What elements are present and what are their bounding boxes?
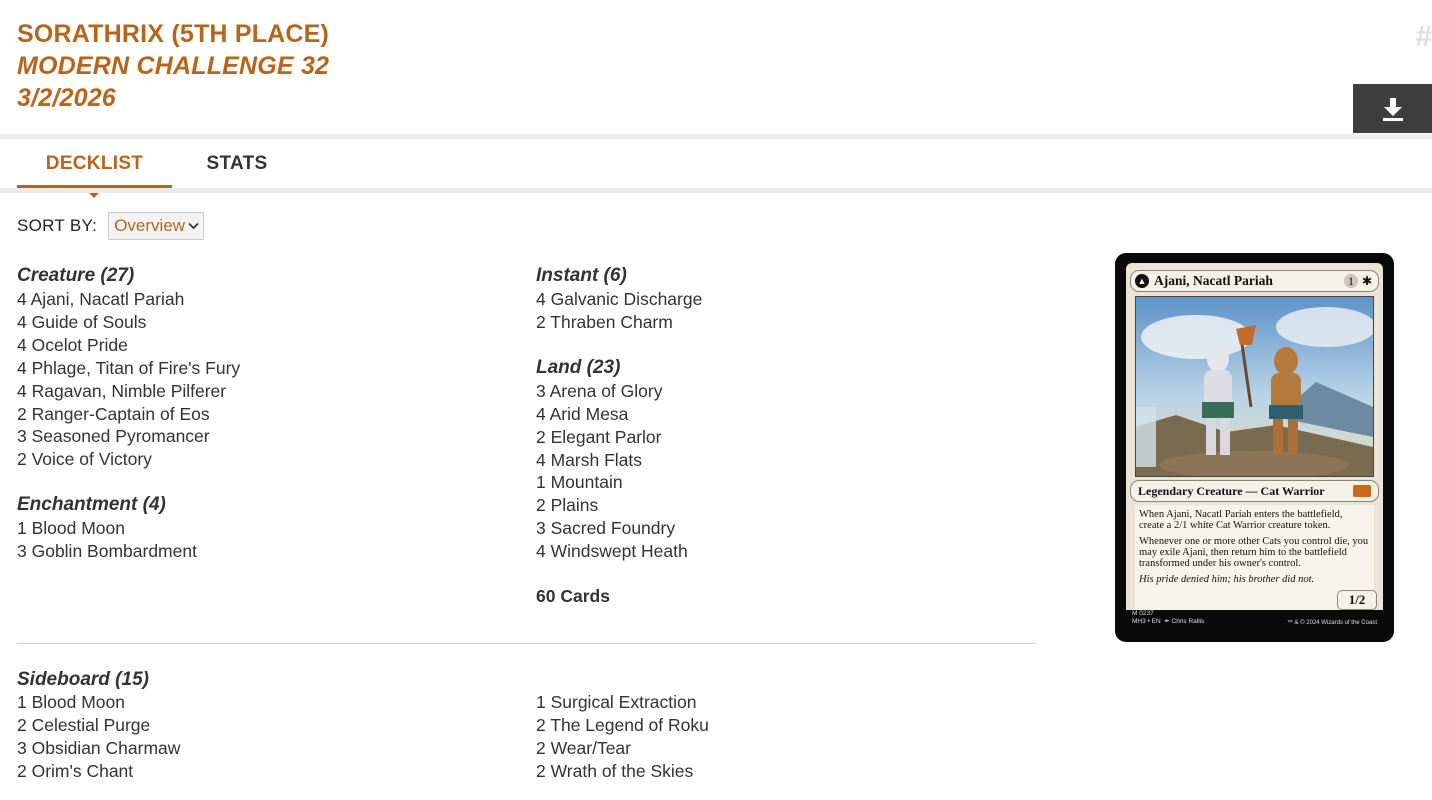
card-rules-text: Whenever one or more other Cats you cont… xyxy=(1139,536,1369,569)
card-group: Instant (6) 4 Galvanic Discharge 2 Thrab… xyxy=(536,264,702,334)
maindeck-column-2: Instant (6) 4 Galvanic Discharge 2 Thrab… xyxy=(536,264,702,608)
card-entry[interactable]: 4 Marsh Flats xyxy=(536,449,702,472)
category-title: Land (23) xyxy=(536,356,621,378)
chevron-down-icon xyxy=(188,222,199,230)
card-entry[interactable]: 3 Seasoned Pyromancer xyxy=(17,425,240,448)
card-type-line: Legendary Creature — Cat Warrior xyxy=(1138,483,1325,498)
sideboard-column-2: 1 Surgical Extraction 2 The Legend of Ro… xyxy=(536,691,709,783)
anchor-link[interactable]: # xyxy=(1415,20,1432,54)
card-entry[interactable]: 4 Ocelot Pride xyxy=(17,334,240,357)
card-entry[interactable]: 4 Phlage, Titan of Fire's Fury xyxy=(17,357,240,380)
download-button[interactable] xyxy=(1353,84,1432,133)
category-title: Creature (27) xyxy=(17,265,135,286)
card-entry[interactable]: 4 Windswept Heath xyxy=(536,540,702,563)
card-power-toughness: 1/2 xyxy=(1337,590,1377,610)
sort-row: SORT BY: Overview xyxy=(17,212,205,240)
card-entry[interactable]: 1 Mountain xyxy=(536,471,702,494)
sort-selected-value: Overview xyxy=(114,216,186,235)
card-frame: ▲ Ajani, Nacatl Pariah 1 ✱ Legendary Cre… xyxy=(1126,263,1383,628)
card-preview-image: ▲ Ajani, Nacatl Pariah 1 ✱ Legendary Cre… xyxy=(1115,253,1394,642)
deck-card-total: 60 Cards xyxy=(536,586,610,607)
tab-decklist[interactable]: DECKLIST xyxy=(17,139,172,189)
tab-stats[interactable]: STATS xyxy=(182,139,292,185)
card-artwork xyxy=(1135,296,1374,477)
card-entry[interactable]: 4 Ragavan, Nimble Pilferer xyxy=(17,380,240,403)
card-rules-text: When Ajani, Nacatl Pariah enters the bat… xyxy=(1139,509,1343,531)
card-entry[interactable]: 1 Surgical Extraction xyxy=(536,691,709,714)
card-copyright: ™ & © 2024 Wizards of the Coast xyxy=(1286,620,1377,626)
card-entry[interactable]: 1 Blood Moon xyxy=(17,691,180,714)
card-group: Enchantment (4) 1 Blood Moon 3 Goblin Bo… xyxy=(17,493,240,563)
sideboard-divider xyxy=(17,643,1036,644)
card-entry[interactable]: 4 Ajani, Nacatl Pariah xyxy=(17,288,240,311)
card-entry[interactable]: 2 Ranger-Captain of Eos xyxy=(17,403,240,426)
card-name-bar: ▲ Ajani, Nacatl Pariah 1 ✱ xyxy=(1130,270,1379,292)
tabs-divider xyxy=(0,188,1432,193)
card-entry[interactable]: 3 Goblin Bombardment xyxy=(17,540,240,563)
sideboard-column-1: 1 Blood Moon 2 Celestial Purge 3 Obsidia… xyxy=(17,691,180,783)
card-flavor-text: His pride denied him; his brother did no… xyxy=(1139,574,1315,585)
sort-select[interactable]: Overview xyxy=(108,212,205,240)
card-entry[interactable]: 2 The Legend of Roku xyxy=(536,714,709,737)
deck-header: SORATHRIX (5TH PLACE) MODERN CHALLENGE 3… xyxy=(17,18,329,114)
card-entry[interactable]: 1 Blood Moon xyxy=(17,517,240,540)
mana-generic-icon: 1 xyxy=(1344,274,1358,288)
set-symbol-icon xyxy=(1353,485,1371,497)
card-entry[interactable]: 2 Orim's Chant xyxy=(17,760,180,783)
card-group: Land (23) 3 Arena of Glory 4 Arid Mesa 2… xyxy=(536,356,702,563)
card-name: Ajani, Nacatl Pariah xyxy=(1154,273,1273,288)
event-date: 3/2/2026 xyxy=(17,84,116,112)
card-entry[interactable]: 4 Arid Mesa xyxy=(536,403,702,426)
event-name: MODERN CHALLENGE 32 xyxy=(17,52,330,80)
card-entry[interactable]: 3 Arena of Glory xyxy=(536,380,702,403)
category-title: Enchantment (4) xyxy=(17,494,166,516)
card-entry[interactable]: 2 Elegant Parlor xyxy=(536,426,702,449)
card-entry[interactable]: 3 Sacred Foundry xyxy=(536,517,702,540)
card-entry[interactable]: 2 Celestial Purge xyxy=(17,714,180,737)
sideboard-title-wrap: Sideboard (15) xyxy=(17,668,149,692)
card-group: Creature (27) 4 Ajani, Nacatl Pariah 4 G… xyxy=(17,264,240,471)
card-entry[interactable]: 4 Galvanic Discharge xyxy=(536,288,702,311)
card-entry[interactable]: 2 Voice of Victory xyxy=(17,448,240,471)
sort-label: SORT BY: xyxy=(17,216,98,235)
card-entry[interactable]: 2 Plains xyxy=(536,494,702,517)
sideboard-title: Sideboard (15) xyxy=(17,669,149,690)
card-type-bar: Legendary Creature — Cat Warrior xyxy=(1130,480,1379,502)
transform-icon: ▲ xyxy=(1135,274,1149,288)
card-entry[interactable]: 2 Wrath of the Skies xyxy=(536,760,709,783)
card-entry[interactable]: 2 Thraben Charm xyxy=(536,311,702,334)
mana-white-icon: ✱ xyxy=(1360,274,1374,288)
card-entry[interactable]: 2 Wear/Tear xyxy=(536,737,709,760)
maindeck-column-1: Creature (27) 4 Ajani, Nacatl Pariah 4 G… xyxy=(17,264,240,585)
player-name: SORATHRIX (5TH PLACE) xyxy=(17,20,330,48)
card-entry[interactable]: 4 Guide of Souls xyxy=(17,311,240,334)
card-entry[interactable]: 3 Obsidian Charmaw xyxy=(17,737,180,760)
download-icon xyxy=(1382,97,1403,121)
card-collector-info: M 0237 MH3 • EN ✒ Chris Rallis xyxy=(1132,610,1205,625)
category-title: Instant (6) xyxy=(536,265,627,286)
